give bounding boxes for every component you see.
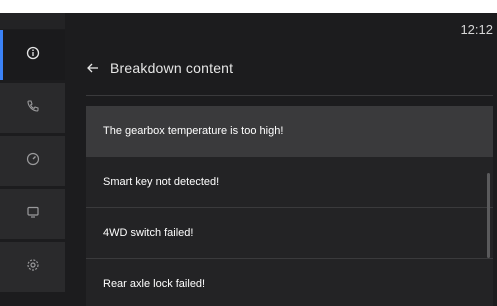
fault-label: Smart key not detected! <box>103 176 220 188</box>
sidebar <box>0 13 65 306</box>
sidebar-item-gauge[interactable] <box>0 136 65 186</box>
list-scrollbar[interactable] <box>487 173 490 258</box>
gauge-icon <box>26 152 40 171</box>
back-arrow-icon[interactable] <box>86 61 100 75</box>
fault-item[interactable]: 4WD switch failed! <box>86 208 493 258</box>
fault-label: 4WD switch failed! <box>103 227 194 239</box>
screen: 12:12 Breakdown content The gearbox temp… <box>0 13 497 306</box>
fault-item[interactable]: Smart key not detected! <box>86 157 493 207</box>
phone-icon <box>26 99 40 118</box>
sidebar-item-phone[interactable] <box>0 83 65 133</box>
fault-item[interactable]: The gearbox temperature is too high! <box>86 106 493 156</box>
header-divider <box>86 95 493 96</box>
fault-label: The gearbox temperature is too high! <box>103 125 284 137</box>
display-icon <box>26 205 40 224</box>
fault-item[interactable]: Rear axle lock failed! <box>86 259 493 306</box>
sidebar-item-display[interactable] <box>0 189 65 239</box>
sidebar-item-settings[interactable] <box>0 242 65 292</box>
gear-icon <box>26 258 40 277</box>
page-title: Breakdown content <box>110 60 234 76</box>
info-icon <box>26 46 40 65</box>
sidebar-top-strip <box>0 13 65 29</box>
sidebar-item-info[interactable] <box>0 30 65 80</box>
fault-label: Rear axle lock failed! <box>103 278 206 290</box>
page-header: Breakdown content <box>86 53 233 83</box>
status-clock: 12:12 <box>460 22 493 37</box>
